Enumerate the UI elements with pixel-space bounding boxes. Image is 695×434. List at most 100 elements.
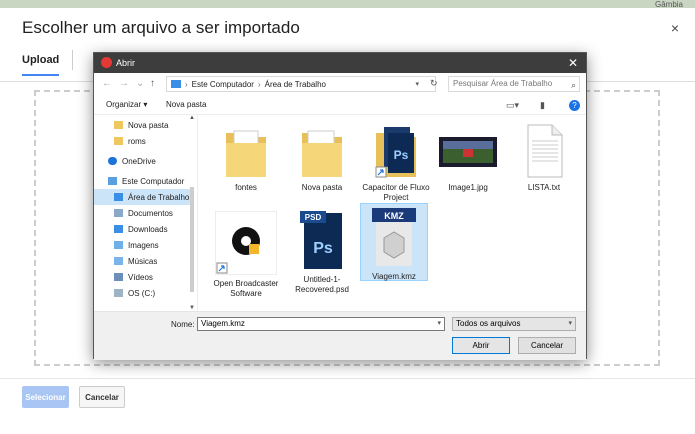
nav-item-onedrive[interactable]: OneDrive bbox=[94, 153, 194, 169]
dialog-title: Abrir bbox=[116, 58, 136, 68]
search-icon: ⌕ bbox=[570, 80, 576, 90]
desktop-icon bbox=[114, 193, 123, 201]
file-label: Capacitor de Fluxo Project bbox=[362, 183, 430, 202]
nav-item-label: Este Computador bbox=[122, 176, 185, 186]
app-icon bbox=[101, 57, 112, 68]
breadcrumb-separator: › bbox=[257, 79, 261, 89]
navigation-pane: Nova pasta roms OneDrive Este Computador… bbox=[94, 115, 198, 311]
cancel-button[interactable]: Cancelar bbox=[79, 386, 125, 408]
videos-icon bbox=[114, 273, 123, 281]
file-item[interactable]: IDG fontes bbox=[212, 119, 280, 193]
file-label: Viagem.kmz bbox=[372, 272, 416, 281]
file-item[interactable]: LISTA.txt bbox=[510, 119, 578, 193]
text-file-icon bbox=[527, 124, 563, 178]
search-placeholder: Pesquisar Área de Trabalho bbox=[453, 79, 553, 88]
file-item-selected[interactable]: KMZ Viagem.kmz bbox=[360, 203, 428, 281]
images-icon bbox=[114, 241, 123, 249]
nav-item-roms[interactable]: roms bbox=[94, 133, 194, 149]
nav-item-label: OneDrive bbox=[122, 156, 156, 166]
chevron-down-icon[interactable]: ▾ bbox=[568, 318, 572, 330]
svg-text:PSD: PSD bbox=[305, 213, 322, 222]
nav-item-nova-pasta[interactable]: Nova pasta bbox=[94, 117, 194, 133]
forward-icon[interactable]: → bbox=[119, 78, 129, 89]
breadcrumb-root[interactable]: Este Computador bbox=[192, 80, 254, 89]
breadcrumb-separator: › bbox=[185, 79, 188, 89]
nav-scrollbar[interactable]: ▲ ▼ bbox=[188, 115, 196, 311]
toolbar: Organizar ▾ Nova pasta ▭▾ ▮ ? bbox=[94, 97, 586, 115]
new-folder-button[interactable]: Nova pasta bbox=[166, 100, 206, 109]
nav-item-documentos[interactable]: Documentos bbox=[94, 205, 194, 221]
nav-item-label: Documentos bbox=[128, 208, 173, 218]
search-input[interactable]: Pesquisar Área de Trabalho ⌕ bbox=[448, 76, 580, 92]
nav-item-videos[interactable]: Vídeos bbox=[94, 269, 194, 285]
nav-item-downloads[interactable]: Downloads bbox=[94, 221, 194, 237]
scroll-up-icon[interactable]: ▲ bbox=[189, 115, 195, 121]
documents-icon bbox=[114, 209, 123, 217]
nav-item-imagens[interactable]: Imagens bbox=[94, 237, 194, 253]
nav-item-os-c[interactable]: OS (C:) bbox=[94, 285, 194, 301]
chevron-down-icon[interactable]: ▾ bbox=[437, 318, 441, 330]
preview-pane-icon[interactable]: ▮ bbox=[540, 100, 545, 111]
photoshop-shortcut-icon: Ps bbox=[375, 127, 416, 178]
file-item[interactable]: Ps Capacitor de Fluxo Project bbox=[362, 119, 430, 203]
dialog-titlebar: Abrir ✕ bbox=[94, 53, 586, 73]
footer-divider bbox=[0, 378, 695, 379]
address-bar[interactable]: › Este Computador › Área de Trabalho ▾ bbox=[166, 76, 436, 92]
music-icon bbox=[114, 257, 123, 265]
close-icon[interactable]: ✕ bbox=[568, 56, 578, 70]
file-label: Nova pasta bbox=[301, 183, 343, 192]
breadcrumb-current[interactable]: Área de Trabalho bbox=[265, 80, 326, 89]
file-name-value: Viagem.kmz bbox=[201, 319, 245, 328]
svg-text:Ps: Ps bbox=[313, 240, 333, 257]
back-icon[interactable]: ← bbox=[102, 78, 112, 89]
file-label: fontes bbox=[235, 183, 257, 192]
up-icon[interactable]: ↑ bbox=[150, 78, 155, 89]
file-dialog-footer: Nome: Viagem.kmz ▾ Todos os arquivos ▾ A… bbox=[94, 311, 586, 360]
nav-item-label: OS (C:) bbox=[128, 288, 156, 298]
help-icon[interactable]: ? bbox=[569, 100, 580, 111]
folder-icon: IDG bbox=[226, 130, 266, 177]
file-label: Open Broadcaster Software bbox=[213, 279, 279, 298]
drive-icon bbox=[114, 289, 123, 297]
tab-upload[interactable]: Upload bbox=[22, 54, 60, 76]
nav-item-label: Vídeos bbox=[128, 272, 153, 282]
nav-item-area-de-trabalho[interactable]: Área de Trabalho bbox=[94, 189, 194, 205]
file-item[interactable]: Open Broadcaster Software bbox=[212, 207, 280, 299]
file-type-value: Todos os arquivos bbox=[456, 319, 521, 328]
nav-item-label: Downloads bbox=[128, 224, 168, 234]
organize-button[interactable]: Organizar ▾ bbox=[106, 100, 147, 109]
nav-item-label: roms bbox=[128, 136, 146, 146]
file-label: LISTA.txt bbox=[527, 183, 561, 192]
open-file-dialog: Abrir ✕ ← → ⌄ ↑ › Este Computador › Área… bbox=[93, 52, 588, 360]
nav-item-este-computador[interactable]: Este Computador bbox=[94, 173, 194, 189]
file-item[interactable]: Nova pasta bbox=[288, 119, 356, 193]
refresh-icon[interactable]: ↻ bbox=[430, 78, 438, 89]
dialog-cancel-button[interactable]: Cancelar bbox=[518, 337, 576, 354]
view-options-icon[interactable]: ▭▾ bbox=[506, 100, 519, 111]
folder-icon bbox=[302, 130, 342, 177]
nav-item-musicas[interactable]: Músicas bbox=[94, 253, 194, 269]
downloads-icon bbox=[114, 225, 123, 233]
computer-icon bbox=[108, 177, 117, 185]
open-button[interactable]: Abrir bbox=[452, 337, 510, 354]
scroll-thumb[interactable] bbox=[190, 187, 194, 292]
file-type-select[interactable]: Todos os arquivos ▾ bbox=[452, 317, 576, 331]
kmz-file-icon: KMZ bbox=[372, 208, 416, 266]
file-name-input[interactable]: Viagem.kmz ▾ bbox=[197, 317, 445, 331]
file-list: IDG fontes Nova pasta Ps Capacitor de bbox=[198, 115, 588, 311]
close-icon[interactable]: × bbox=[671, 20, 679, 36]
recent-icon[interactable]: ⌄ bbox=[136, 78, 144, 89]
chevron-down-icon[interactable]: ▾ bbox=[415, 80, 419, 88]
dialog-title: Escolher um arquivo a ser importado bbox=[22, 18, 300, 37]
image-thumbnail-icon bbox=[439, 137, 497, 167]
file-item[interactable]: Image1.jpg bbox=[434, 119, 502, 193]
map-background: Gâmbia bbox=[0, 0, 695, 9]
nav-item-label: Nova pasta bbox=[128, 120, 169, 130]
psd-file-icon: PSD Ps bbox=[300, 211, 342, 269]
select-button[interactable]: Selecionar bbox=[22, 386, 69, 408]
file-label: Untitled-1-Recovered.psd bbox=[295, 275, 349, 294]
address-row: ← → ⌄ ↑ › Este Computador › Área de Trab… bbox=[94, 73, 586, 95]
folder-icon bbox=[114, 137, 123, 145]
file-item[interactable]: PSD Ps Untitled-1-Recovered.psd bbox=[288, 207, 356, 295]
obs-shortcut-icon bbox=[215, 211, 277, 275]
